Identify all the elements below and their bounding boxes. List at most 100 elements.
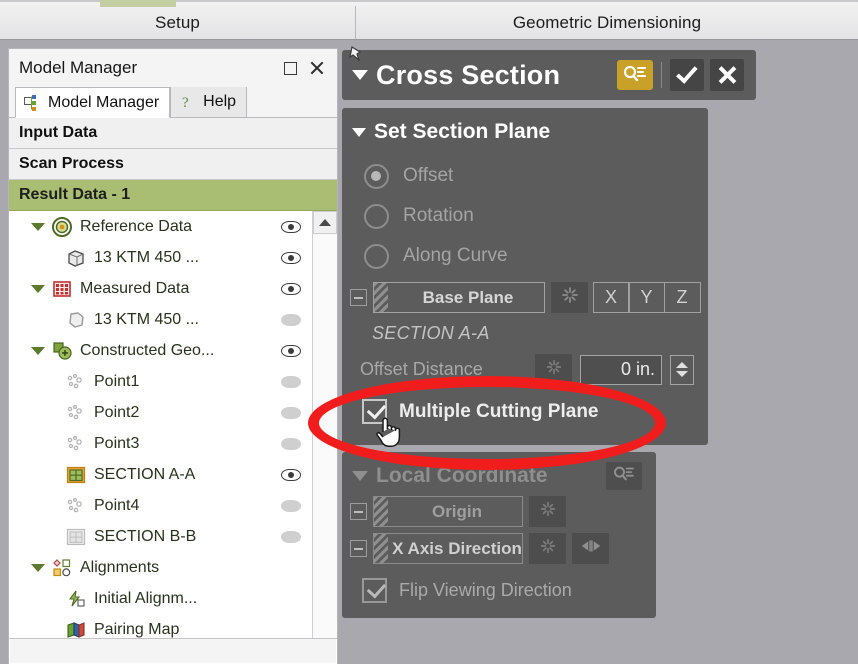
collapse-origin-button[interactable] (350, 503, 367, 520)
eye-hidden-icon (281, 375, 301, 388)
section-input-data[interactable]: Input Data (9, 118, 337, 149)
radio-along-curve[interactable]: Along Curve (342, 236, 708, 276)
radio-offset[interactable]: Offset (342, 156, 708, 196)
tree-item-measured-model[interactable]: 13 KTM 450 ... (9, 304, 312, 335)
tree-item-initial-alignment[interactable]: Initial Alignm... (9, 583, 312, 614)
tree-item-label: Point2 (94, 403, 140, 421)
visibility-toggle[interactable] (276, 468, 306, 481)
tree-item-alignments[interactable]: Alignments (9, 552, 312, 583)
model-manager-title: Model Manager (19, 58, 138, 77)
section-active-icon (65, 464, 91, 486)
eye-hidden-icon (281, 530, 301, 543)
model-manager-panel: Model Manager Model Manager ? Help Input… (8, 48, 338, 664)
visibility-toggle[interactable] (276, 375, 306, 388)
confirm-button[interactable] (670, 59, 704, 91)
maximize-icon (283, 61, 297, 75)
close-icon (718, 66, 736, 84)
model-manager-titlebar: Model Manager (9, 49, 337, 87)
help-icon: ? (179, 93, 197, 111)
radio-offset-label: Offset (403, 165, 454, 186)
section-inactive-icon (65, 526, 91, 548)
caret-down-icon[interactable] (352, 127, 366, 137)
pin-icon[interactable] (347, 43, 369, 65)
pick-hatch-icon (374, 283, 388, 312)
x-axis-flip-button[interactable] (572, 533, 609, 564)
set-section-plane-header[interactable]: Set Section Plane (342, 120, 708, 144)
axis-z-button[interactable]: Z (663, 282, 701, 313)
axis-x-button[interactable]: X (592, 282, 630, 313)
tree-item-label: SECTION A-A (94, 465, 196, 483)
tab-model-manager[interactable]: Model Manager (15, 87, 171, 118)
x-axis-reset-button[interactable] (529, 533, 566, 564)
model-tree-icon (24, 94, 42, 112)
visibility-toggle[interactable] (276, 437, 306, 450)
visibility-toggle[interactable] (276, 530, 306, 543)
caret-down-icon[interactable] (352, 471, 368, 481)
visibility-toggle[interactable] (276, 313, 306, 326)
base-plane-picker[interactable]: Base Plane (373, 282, 545, 313)
tree-item-point4[interactable]: Point4 (9, 490, 312, 521)
offset-distance-value: 0 in. (620, 359, 655, 379)
tab-setup[interactable]: Setup (0, 6, 356, 39)
local-coordinate-query-button[interactable] (606, 462, 642, 490)
caret-down-icon[interactable] (25, 346, 51, 355)
tab-help[interactable]: ? Help (170, 86, 248, 117)
radio-rotation[interactable]: Rotation (342, 196, 708, 236)
section-result-data-label: Result Data - 1 (19, 186, 131, 203)
axis-y-button[interactable]: Y (628, 282, 665, 313)
tree-item-measured-data[interactable]: Measured Data (9, 273, 312, 304)
caret-down-icon[interactable] (25, 222, 51, 231)
svg-text:?: ? (182, 95, 189, 111)
visibility-toggle[interactable] (276, 220, 306, 233)
tree-item-pairing-map[interactable]: Pairing Map (9, 614, 312, 638)
alignments-icon (51, 557, 77, 579)
origin-reset-button[interactable] (529, 496, 566, 527)
maximize-button[interactable] (277, 55, 303, 81)
snap-icon (538, 499, 558, 524)
eye-visible-icon (281, 282, 301, 295)
tree-item-section-a-a[interactable]: SECTION A-A (9, 459, 312, 490)
visibility-toggle[interactable] (276, 251, 306, 264)
flip-viewing-direction-row[interactable]: Flip Viewing Direction (342, 578, 656, 603)
caret-down-icon[interactable] (352, 70, 368, 80)
tree-item-point1[interactable]: Point1 (9, 366, 312, 397)
offset-distance-input[interactable]: 0 in. (580, 354, 662, 385)
visibility-toggle[interactable] (276, 499, 306, 512)
visibility-toggle[interactable] (276, 344, 306, 357)
tree-item-reference-data[interactable]: Reference Data (9, 211, 312, 242)
collapse-base-plane-button[interactable] (350, 289, 367, 306)
tree-item-section-b-b[interactable]: SECTION B-B (9, 521, 312, 552)
radio-along-curve-indicator[interactable] (364, 243, 389, 269)
query-button[interactable] (617, 60, 653, 90)
visibility-toggle[interactable] (276, 282, 306, 295)
snap-icon (559, 284, 581, 311)
scroll-up-button[interactable] (313, 211, 337, 234)
caret-down-icon[interactable] (25, 284, 51, 293)
flip-viewing-direction-checkbox[interactable] (362, 578, 387, 603)
section-scan-process[interactable]: Scan Process (9, 149, 337, 180)
local-coordinate-panel: Local Coordinate Origin X Axis Direction… (342, 452, 656, 618)
caret-down-icon[interactable] (25, 563, 51, 572)
visibility-toggle[interactable] (276, 406, 306, 419)
tab-geometric-dimensioning[interactable]: Geometric Dimensioning (356, 6, 858, 39)
model-manager-tabs: Model Manager ? Help (9, 86, 337, 118)
tree-item-point2[interactable]: Point2 (9, 397, 312, 428)
tree-item-reference-model[interactable]: 13 KTM 450 ... (9, 242, 312, 273)
tree-item-constructed-geometry[interactable]: Constructed Geo... (9, 335, 312, 366)
base-plane-reset-button[interactable] (551, 282, 588, 313)
radio-offset-indicator[interactable] (364, 163, 389, 189)
collapse-x-axis-button[interactable] (350, 540, 367, 557)
stepper-up-icon[interactable] (676, 362, 688, 368)
section-result-data[interactable]: Result Data - 1 (9, 180, 337, 211)
eye-hidden-icon (281, 437, 301, 450)
grid-red-icon (51, 278, 77, 300)
close-button[interactable] (303, 55, 329, 81)
x-axis-direction-picker[interactable]: X Axis Direction (373, 533, 523, 564)
cancel-button[interactable] (710, 59, 744, 91)
radio-rotation-indicator[interactable] (364, 203, 389, 229)
origin-picker[interactable]: Origin (373, 496, 523, 527)
offset-distance-stepper[interactable] (670, 354, 694, 385)
stepper-down-icon[interactable] (676, 371, 688, 377)
tree-item-point3[interactable]: Point3 (9, 428, 312, 459)
base-plane-row: Base Plane X Y Z (342, 282, 708, 313)
